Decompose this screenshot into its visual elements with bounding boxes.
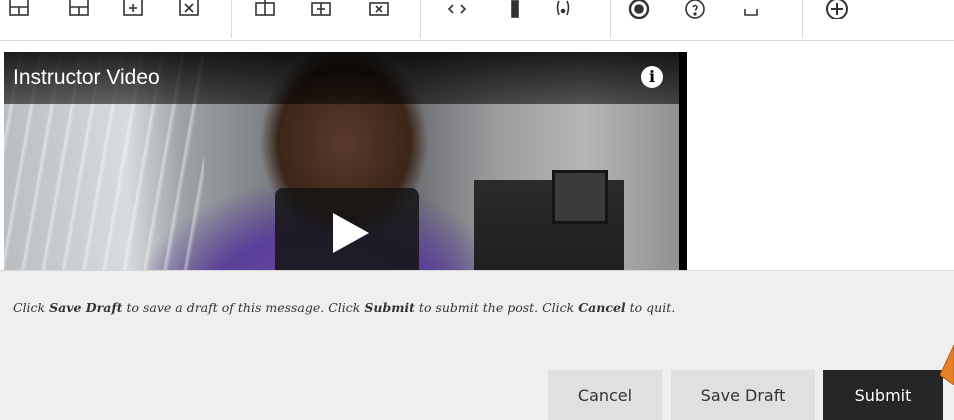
preview-icon[interactable] bbox=[624, 0, 654, 22]
insert-row-above-icon[interactable] bbox=[250, 0, 280, 22]
toolbar-separator bbox=[231, 0, 232, 38]
editor-toolbar bbox=[0, 0, 954, 41]
toolbar-separator bbox=[802, 0, 803, 38]
save-draft-button[interactable]: Save Draft bbox=[671, 370, 815, 420]
table-icon[interactable] bbox=[4, 0, 34, 22]
special-chars-icon[interactable] bbox=[548, 0, 578, 22]
table-delete-icon[interactable] bbox=[174, 0, 204, 22]
instructions-cancel: Cancel bbox=[578, 300, 626, 315]
toolbar-separator bbox=[610, 0, 611, 38]
instructions-save-draft: Save Draft bbox=[49, 300, 123, 315]
submit-button[interactable]: Submit bbox=[823, 370, 943, 420]
accessibility-icon[interactable] bbox=[500, 0, 530, 22]
video-player[interactable]: Instructor Video i bbox=[4, 52, 687, 274]
insert-row-below-icon[interactable] bbox=[306, 0, 336, 22]
instructions-part: Click bbox=[13, 300, 50, 315]
instructions-text: Click Save Draft to save a draft of this… bbox=[13, 300, 675, 315]
delete-row-icon[interactable] bbox=[364, 0, 394, 22]
table-insert-icon[interactable] bbox=[118, 0, 148, 22]
toolbar-separator bbox=[420, 0, 421, 38]
instructions-part: to quit. bbox=[625, 300, 676, 315]
cancel-button[interactable]: Cancel bbox=[548, 370, 662, 420]
info-icon[interactable]: i bbox=[641, 66, 663, 88]
video-header: Instructor Video i bbox=[4, 52, 687, 104]
instructions-submit: Submit bbox=[364, 300, 415, 315]
help-icon[interactable] bbox=[680, 0, 710, 22]
play-icon bbox=[333, 213, 369, 253]
instructions-part: to submit the post. Click bbox=[414, 300, 579, 315]
add-content-icon[interactable] bbox=[822, 0, 852, 22]
fullscreen-icon[interactable] bbox=[736, 0, 766, 22]
code-view-icon[interactable] bbox=[442, 0, 472, 22]
pointer-arrow-icon bbox=[940, 345, 954, 385]
video-background bbox=[552, 170, 608, 224]
video-border bbox=[679, 52, 687, 274]
table-row-icon[interactable] bbox=[64, 0, 94, 22]
play-button[interactable] bbox=[275, 188, 419, 274]
instructions-part: to save a draft of this message. Click bbox=[122, 300, 365, 315]
video-title: Instructor Video bbox=[13, 66, 160, 89]
submit-panel: Click Save Draft to save a draft of this… bbox=[0, 270, 954, 420]
